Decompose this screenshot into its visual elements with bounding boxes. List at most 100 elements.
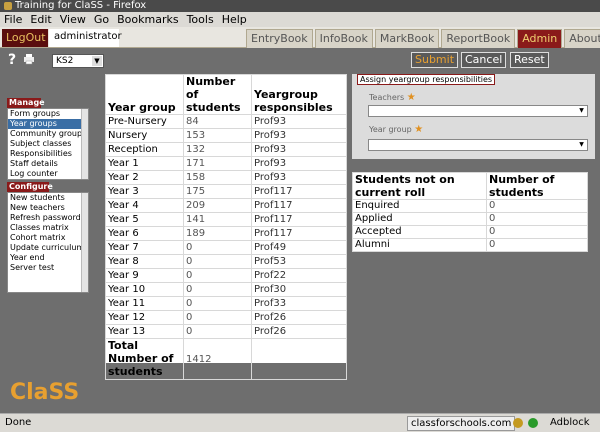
- responsible-cell: Prof49: [251, 240, 347, 255]
- count-cell: 0: [183, 324, 252, 339]
- manage-item-staff-details[interactable]: Staff details: [8, 159, 88, 169]
- table-row[interactable]: Enquired 0: [352, 199, 588, 213]
- menu-help[interactable]: Help: [222, 13, 247, 26]
- help-icon[interactable]: ?: [8, 52, 16, 68]
- table-row[interactable]: Year 4 209 Prof117: [105, 198, 347, 213]
- manage-item-community-groups[interactable]: Community groups: [8, 129, 88, 139]
- table-row[interactable]: Year 2 158 Prof93: [105, 170, 347, 185]
- yeargroup-select[interactable]: ▼: [368, 139, 588, 151]
- table-row[interactable]: Year 12 0 Prof26: [105, 310, 347, 325]
- table-row[interactable]: Reception 132 Prof93: [105, 142, 347, 157]
- adblock-button[interactable]: Adblock: [550, 414, 590, 432]
- tab-about[interactable]: About: [564, 29, 600, 48]
- configure-heading: Configure: [7, 182, 53, 192]
- table-row[interactable]: Year 10 0 Prof30: [105, 282, 347, 297]
- check-icon[interactable]: [528, 418, 538, 428]
- responsible-cell: Prof117: [251, 226, 347, 241]
- roll-status-cell: Alumni: [352, 238, 487, 252]
- table-row[interactable]: Nursery 153 Prof93: [105, 128, 347, 143]
- count-cell: 84: [183, 114, 252, 129]
- table-row[interactable]: Year 3 175 Prof117: [105, 184, 347, 199]
- year-cell: Year 2: [105, 170, 184, 185]
- manage-item-log-counter[interactable]: Log counter: [8, 169, 88, 179]
- roll-count-cell: 0: [486, 199, 588, 213]
- logout-button[interactable]: LogOut: [2, 29, 48, 47]
- count-cell: 171: [183, 156, 252, 171]
- table-row[interactable]: Year 5 141 Prof117: [105, 212, 347, 227]
- configure-item-new-teachers[interactable]: New teachers: [8, 203, 88, 213]
- table-row[interactable]: Year 11 0 Prof33: [105, 296, 347, 311]
- menu-bookmarks[interactable]: Bookmarks: [117, 13, 178, 26]
- tab-reportbook[interactable]: ReportBook: [441, 29, 516, 48]
- window-titlebar: Training for ClaSS - Firefox: [0, 0, 600, 12]
- total-row: Total Number of students 1412: [105, 338, 347, 380]
- configure-item-cohort-matrix[interactable]: Cohort matrix: [8, 233, 88, 243]
- configure-item-classes-matrix[interactable]: Classes matrix: [8, 223, 88, 233]
- reset-button[interactable]: Reset: [510, 52, 549, 68]
- total-label: Total Number of students: [105, 338, 184, 380]
- configure-item-update-curriculum[interactable]: Update curriculum: [8, 243, 88, 253]
- year-cell: Year 8: [105, 254, 184, 269]
- table-row[interactable]: Year 6 189 Prof117: [105, 226, 347, 241]
- count-cell: 141: [183, 212, 252, 227]
- cancel-button[interactable]: Cancel: [461, 52, 507, 68]
- keystage-select[interactable]: KS2 ▼: [52, 54, 104, 68]
- configure-item-refresh-passwords[interactable]: Refresh passwords: [8, 213, 88, 223]
- responsible-cell: Prof117: [251, 212, 347, 227]
- menu-go[interactable]: Go: [94, 13, 109, 26]
- site-indicator[interactable]: classforschools.com: [407, 416, 516, 431]
- manage-item-year-groups[interactable]: Year groups: [8, 119, 88, 129]
- menu-file[interactable]: File: [4, 13, 22, 26]
- responsible-cell: Prof117: [251, 198, 347, 213]
- table-row[interactable]: Pre-Nursery 84 Prof93: [105, 114, 347, 129]
- year-cell: Year 3: [105, 184, 184, 199]
- current-user: administrator: [49, 29, 122, 47]
- table-row[interactable]: Year 13 0 Prof26: [105, 324, 347, 339]
- table-row[interactable]: Year 9 0 Prof22: [105, 268, 347, 283]
- manage-item-responsibilities[interactable]: Responsibilities: [8, 149, 88, 159]
- firefox-icon: [4, 2, 12, 10]
- assign-responsibilities-panel: Assign yeargroup responsibilities Teache…: [352, 74, 595, 159]
- tab-markbook[interactable]: MarkBook: [374, 29, 440, 48]
- table-row[interactable]: Year 7 0 Prof49: [105, 240, 347, 255]
- book-tabs: EntryBook InfoBook MarkBook ReportBook A…: [246, 29, 600, 48]
- year-cell: Year 9: [105, 268, 184, 283]
- manage-item-subject-classes[interactable]: Subject classes: [8, 139, 88, 149]
- roll-status-cell: Accepted: [352, 225, 487, 239]
- menu-tools[interactable]: Tools: [187, 13, 214, 26]
- count-cell: 189: [183, 226, 252, 241]
- tab-entrybook[interactable]: EntryBook: [246, 29, 313, 48]
- manage-item-form-groups[interactable]: Form groups: [8, 109, 88, 119]
- table-row[interactable]: Accepted 0: [352, 225, 588, 239]
- header-year-group: Year group: [105, 74, 184, 115]
- security-icon[interactable]: [513, 418, 523, 428]
- keystage-value: KS2: [56, 56, 74, 66]
- configure-item-new-students[interactable]: New students: [8, 193, 88, 203]
- total-value: 1412: [183, 338, 252, 380]
- count-cell: 0: [183, 282, 252, 297]
- responsible-cell: Prof33: [251, 296, 347, 311]
- tab-infobook[interactable]: InfoBook: [314, 29, 373, 48]
- count-cell: 0: [183, 310, 252, 325]
- configure-scrollbar[interactable]: [81, 193, 88, 292]
- table-row[interactable]: Alumni 0: [352, 238, 588, 252]
- table-row[interactable]: Applied 0: [352, 212, 588, 226]
- printer-icon[interactable]: [23, 53, 35, 65]
- submit-button[interactable]: Submit: [411, 52, 459, 68]
- tab-admin[interactable]: Admin: [517, 29, 563, 48]
- table-row[interactable]: Year 8 0 Prof53: [105, 254, 347, 269]
- year-cell: Year 1: [105, 156, 184, 171]
- menu-edit[interactable]: Edit: [30, 13, 51, 26]
- yeargroup-label-text: Year group: [369, 125, 412, 134]
- teachers-select[interactable]: ▼: [368, 105, 588, 117]
- table-row[interactable]: Year 1 171 Prof93: [105, 156, 347, 171]
- configure-item-year-end[interactable]: Year end: [8, 253, 88, 263]
- menu-view[interactable]: View: [60, 13, 86, 26]
- configure-item-server-test[interactable]: Server test: [8, 263, 88, 273]
- responsible-cell: Prof93: [251, 170, 347, 185]
- assign-legend: Assign yeargroup responsibilities: [357, 74, 496, 85]
- count-cell: 209: [183, 198, 252, 213]
- responsible-cell: Prof93: [251, 156, 347, 171]
- manage-scrollbar[interactable]: [81, 109, 88, 179]
- responsible-cell: Prof117: [251, 184, 347, 199]
